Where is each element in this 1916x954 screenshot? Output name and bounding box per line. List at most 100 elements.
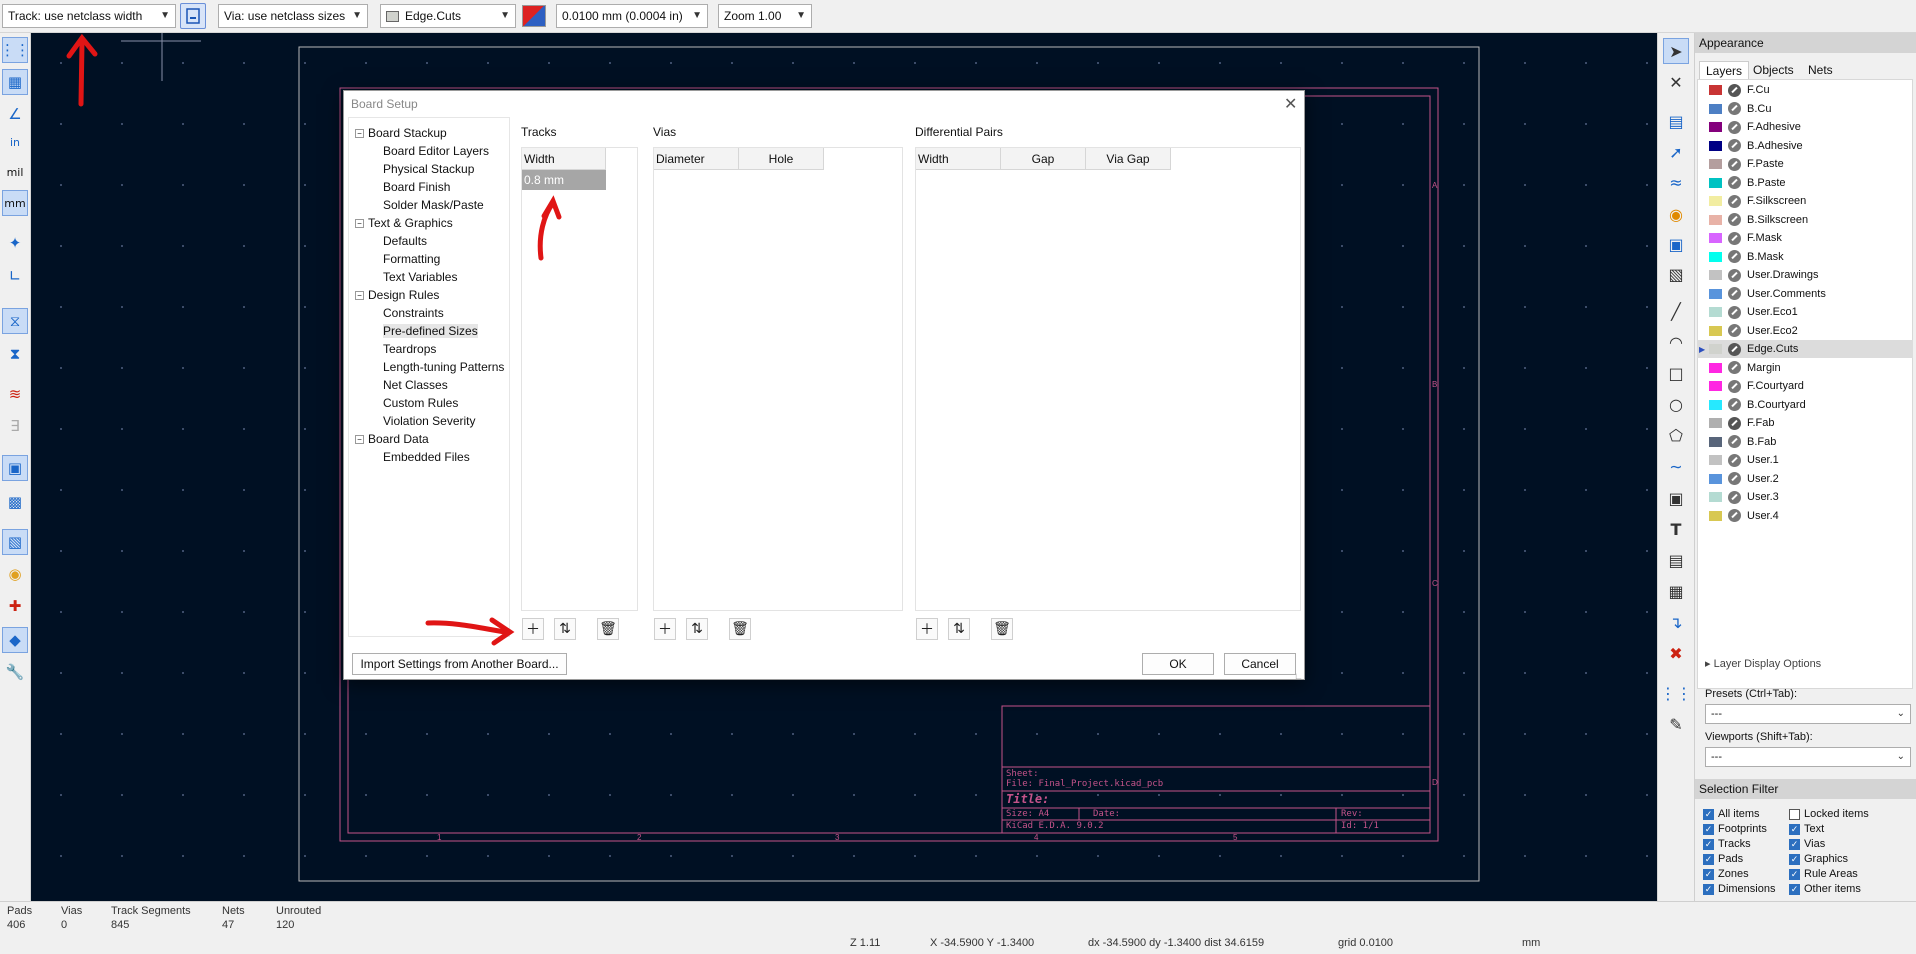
eye-hidden-icon[interactable] xyxy=(1728,324,1741,337)
layer-row[interactable]: User.3 xyxy=(1697,488,1913,506)
tree-group[interactable]: − Board Data xyxy=(355,432,429,446)
layer-row[interactable]: User.2 xyxy=(1697,470,1913,488)
checkbox-icon[interactable]: ✓ xyxy=(1789,853,1800,865)
tree-item[interactable]: Teardrops xyxy=(383,342,436,356)
grid-origin-icon[interactable]: ⋮⋮ xyxy=(1660,680,1692,706)
tracks-width-cell[interactable]: 0.8 mm xyxy=(522,170,606,190)
filter-checkbox[interactable]: ✓ Rule Areas xyxy=(1789,868,1858,880)
eye-hidden-icon[interactable] xyxy=(1728,435,1741,448)
add-table-icon[interactable]: ▦ xyxy=(1663,578,1689,604)
layer-row[interactable]: Margin xyxy=(1697,359,1913,377)
eye-hidden-icon[interactable] xyxy=(1728,287,1741,300)
eye-hidden-icon[interactable] xyxy=(1728,268,1741,282)
eye-hidden-icon[interactable] xyxy=(1728,472,1741,485)
filter-checkbox[interactable]: ✓ Graphics xyxy=(1789,853,1848,865)
checkbox-icon[interactable]: ✓ xyxy=(1703,838,1714,850)
eye-hidden-icon[interactable] xyxy=(1728,176,1741,189)
sort-diff-pairs-button[interactable]: ⇅ xyxy=(948,618,970,640)
layer-color-swatch[interactable] xyxy=(1709,455,1722,465)
layer-row[interactable]: User.Eco2 xyxy=(1697,322,1913,340)
filter-checkbox[interactable]: ✓ Pads xyxy=(1703,853,1743,865)
tree-item[interactable]: Board Finish xyxy=(383,180,450,194)
sort-tracks-button[interactable]: ⇅ xyxy=(554,618,576,640)
close-icon[interactable]: ✕ xyxy=(1284,94,1297,114)
via-size-select[interactable]: Via: use netclass sizes ▼ xyxy=(218,4,368,28)
layer-color-swatch[interactable] xyxy=(1709,288,1722,299)
tab-layers[interactable]: Layers xyxy=(1699,61,1750,80)
eye-icon[interactable] xyxy=(1728,342,1741,356)
add-textbox-icon[interactable]: ▤ xyxy=(1663,547,1689,573)
layer-display-options[interactable]: ▸ Layer Display Options xyxy=(1705,657,1821,670)
add-diff-pair-button[interactable]: ＋ xyxy=(916,618,938,640)
filter-checkbox[interactable]: ✓ All items xyxy=(1703,808,1760,820)
layer-row[interactable]: User.Drawings xyxy=(1697,266,1913,284)
layer-color-swatch[interactable] xyxy=(1709,325,1722,336)
tree-item[interactable]: Constraints xyxy=(383,306,444,320)
auto-track-width-button[interactable] xyxy=(180,3,206,29)
checkbox-icon[interactable]: ✓ xyxy=(1789,823,1800,835)
properties-icon[interactable]: 🔧 xyxy=(2,659,28,685)
active-layer-select[interactable]: Edge.Cuts ▼ xyxy=(380,4,516,28)
checkbox-icon[interactable]: ✓ xyxy=(1703,853,1714,865)
layer-row[interactable]: F.Silkscreen xyxy=(1697,192,1913,210)
layer-color-swatch[interactable] xyxy=(1709,362,1722,373)
eye-hidden-icon[interactable] xyxy=(1728,379,1741,393)
checkbox-icon[interactable]: ✓ xyxy=(1703,808,1714,820)
filter-checkbox[interactable]: Locked items xyxy=(1789,808,1869,820)
layer-row[interactable]: B.Courtyard xyxy=(1697,396,1913,414)
layer-row[interactable]: F.Courtyard xyxy=(1697,377,1913,395)
draw-line-icon[interactable]: ╱ xyxy=(1663,298,1689,324)
tab-objects[interactable]: Objects xyxy=(1747,61,1800,79)
eye-hidden-icon[interactable] xyxy=(1728,213,1741,226)
layer-row[interactable]: F.Fab xyxy=(1697,414,1913,432)
tune-length-icon[interactable]: ≈ xyxy=(1663,169,1689,195)
collapse-icon[interactable]: − xyxy=(355,219,364,229)
layer-row[interactable]: F.Cu xyxy=(1697,81,1913,99)
eye-hidden-icon[interactable] xyxy=(1728,490,1741,504)
add-via-button[interactable]: ＋ xyxy=(654,618,676,640)
collapse-icon[interactable]: − xyxy=(355,291,364,301)
eye-hidden-icon[interactable] xyxy=(1728,120,1741,134)
layer-row[interactable]: B.Silkscreen xyxy=(1697,211,1913,229)
add-dimension-icon[interactable]: ↴ xyxy=(1663,609,1689,635)
tree-group[interactable]: − Text & Graphics xyxy=(355,216,453,230)
draw-bezier-icon[interactable]: ∼ xyxy=(1663,453,1689,479)
tree-item[interactable]: Text Variables xyxy=(383,270,457,284)
grid-select[interactable]: 0.0100 mm (0.0004 in) ▼ xyxy=(556,4,708,28)
layer-color-swatch[interactable] xyxy=(1709,140,1722,151)
tree-group[interactable]: − Board Stackup xyxy=(355,126,447,140)
eye-hidden-icon[interactable] xyxy=(1728,509,1741,522)
import-settings-button[interactable]: Import Settings from Another Board... xyxy=(352,653,567,675)
delete-track-button[interactable]: 🗑 xyxy=(597,618,619,640)
mm-units-button[interactable]: mm xyxy=(2,190,28,216)
viewports-select[interactable]: --- ⌄ xyxy=(1705,747,1911,767)
layer-color-swatch[interactable] xyxy=(1709,159,1722,169)
checkbox-icon[interactable]: ✓ xyxy=(1789,838,1800,850)
route-track-icon[interactable]: ➚ xyxy=(1663,139,1689,165)
tree-item[interactable]: Defaults xyxy=(383,234,427,248)
tab-nets[interactable]: Nets xyxy=(1802,61,1839,79)
draw-polygon-icon[interactable]: ⬠ xyxy=(1663,422,1689,448)
layer-row[interactable]: User.1 xyxy=(1697,451,1913,469)
tree-item[interactable]: Net Classes xyxy=(383,378,448,392)
layer-row[interactable]: B.Cu xyxy=(1697,100,1913,118)
tree-item[interactable]: Physical Stackup xyxy=(383,162,474,176)
checkbox-icon[interactable]: ✓ xyxy=(1703,883,1714,895)
cursor-icon[interactable]: ✦ xyxy=(2,230,28,256)
layer-row[interactable]: F.Paste xyxy=(1697,155,1913,173)
resize-grip-icon[interactable]: ∟ xyxy=(1294,671,1303,681)
draw-arc-icon[interactable]: ◠ xyxy=(1663,329,1689,355)
checkbox-icon[interactable]: ✓ xyxy=(1703,823,1714,835)
add-via-icon[interactable]: ◉ xyxy=(1663,201,1689,227)
rule-area-icon[interactable]: ▧ xyxy=(1663,261,1689,287)
eye-hidden-icon[interactable] xyxy=(1728,398,1741,411)
layer-color-swatch[interactable] xyxy=(1709,122,1722,132)
curved-ratsnest-icon[interactable]: ⧗ xyxy=(2,341,28,367)
eye-hidden-icon[interactable] xyxy=(1728,305,1741,319)
eye-hidden-icon[interactable] xyxy=(1728,250,1741,263)
layer-color-swatch[interactable] xyxy=(1709,85,1722,95)
eye-icon[interactable] xyxy=(1728,83,1741,97)
local-ratsnest-icon[interactable]: ✕ xyxy=(1663,69,1689,95)
eye-hidden-icon[interactable] xyxy=(1728,194,1741,208)
collapse-icon[interactable]: − xyxy=(355,129,364,139)
